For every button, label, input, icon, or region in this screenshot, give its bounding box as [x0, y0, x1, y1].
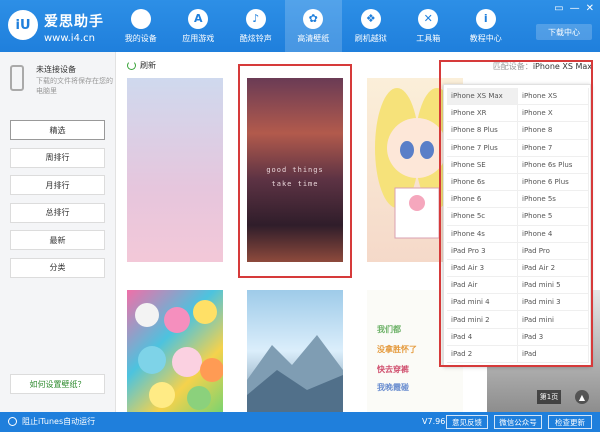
nav-label: 高清壁纸 — [297, 33, 330, 43]
download-center-button[interactable]: 下载中心 — [536, 24, 592, 40]
ranking-menu: 精选 周排行 月排行 总排行 最新 分类 — [10, 120, 105, 286]
flower-icon: ✿ — [303, 8, 324, 29]
nav-tutorials[interactable]: i 教程中心 — [457, 0, 515, 52]
mountain-art — [247, 335, 343, 412]
cartoon-crowd-art — [135, 300, 223, 410]
nav-label: 酷炫铃声 — [239, 33, 272, 43]
window-controls: ▭ — ✕ — [554, 3, 594, 14]
wallpaper-thumb[interactable] — [127, 290, 223, 412]
wallpaper-thumb[interactable] — [127, 78, 223, 262]
refresh-icon — [127, 61, 136, 70]
info-icon: i — [475, 8, 496, 29]
nav-label: 教程中心 — [469, 33, 502, 43]
block-itunes-toggle[interactable]: 阻止iTunes自动运行 — [8, 416, 95, 427]
nav-wallpapers[interactable]: ✿ 高清壁纸 — [284, 0, 342, 52]
apple-icon — [130, 8, 151, 29]
refresh-button[interactable]: 刷新 — [127, 60, 156, 71]
nav-label: 刷机越狱 — [354, 33, 387, 43]
menu-featured[interactable]: 精选 — [10, 120, 105, 140]
highlight-selected-wallpaper — [238, 64, 352, 278]
appstore-icon: A — [188, 8, 209, 29]
main-nav: 我的设备 A 应用游戏 ♪ 酷炫铃声 ✿ 高清壁纸 ❖ 刷机越狱 ✕ 工具箱 i… — [112, 0, 515, 52]
logo-icon: iU — [8, 10, 38, 40]
handwriting-line: 我晚霞碰 — [377, 383, 409, 392]
minimize-icon[interactable]: — — [570, 3, 580, 14]
nav-toolbox[interactable]: ✕ 工具箱 — [400, 0, 458, 52]
handwriting-line: 我们都 — [377, 325, 401, 334]
wallpaper-thumb[interactable] — [247, 290, 343, 412]
wechat-button[interactable]: 微信公众号 — [494, 415, 542, 429]
brand-name: 爱思助手 — [44, 14, 104, 30]
menu-weekly[interactable]: 周排行 — [10, 147, 105, 168]
wallpaper-content: 刷新 匹配设备：iPhone XS Max good things take t… — [117, 52, 600, 412]
page-indicator: 第1页 — [537, 390, 561, 404]
version-label: V7.96 — [422, 417, 446, 426]
menu-monthly[interactable]: 月排行 — [10, 175, 105, 196]
status-bar: 阻止iTunes自动运行 V7.96 意见反馈 微信公众号 检查更新 — [0, 412, 600, 432]
menu-latest[interactable]: 最新 — [10, 230, 105, 251]
highlight-device-dropdown — [439, 60, 593, 367]
nav-apps-games[interactable]: A 应用游戏 — [170, 0, 228, 52]
nav-label: 应用游戏 — [182, 33, 215, 43]
tools-icon: ✕ — [418, 8, 439, 29]
handwriting-line: 没拿胜怀了 — [377, 345, 417, 354]
nav-flash-jailbreak[interactable]: ❖ 刷机越狱 — [342, 0, 400, 52]
restore-icon[interactable]: ▭ — [554, 3, 563, 14]
dropbox-icon: ❖ — [360, 8, 381, 29]
sidebar: 未连接设备 下载的文件将保存在您的电脑里 精选 周排行 月排行 总排行 最新 分… — [0, 52, 116, 412]
nav-label: 工具箱 — [416, 33, 441, 43]
top-bar: iU 爱思助手 www.i4.cn 我的设备 A 应用游戏 ♪ 酷炫铃声 ✿ 高… — [0, 0, 600, 52]
howto-set-wallpaper-button[interactable]: 如何设置壁纸？ — [10, 374, 105, 394]
device-status: 未连接设备 下载的文件将保存在您的电脑里 — [6, 62, 113, 102]
device-title: 未连接设备 — [36, 65, 76, 74]
phone-icon — [10, 65, 24, 91]
bell-icon: ♪ — [245, 8, 266, 29]
feedback-button[interactable]: 意见反馈 — [446, 415, 488, 429]
check-update-button[interactable]: 检查更新 — [548, 415, 592, 429]
handwriting-line: 快去穿裤 — [377, 365, 409, 374]
device-desc: 下载的文件将保存在您的电脑里 — [36, 77, 113, 95]
nav-label: 我的设备 — [124, 33, 157, 43]
menu-all-time[interactable]: 总排行 — [10, 202, 105, 223]
brand: 爱思助手 www.i4.cn — [44, 11, 104, 44]
menu-categories[interactable]: 分类 — [10, 257, 105, 278]
close-icon[interactable]: ✕ — [586, 3, 594, 14]
app-window: iU 爱思助手 www.i4.cn 我的设备 A 应用游戏 ♪ 酷炫铃声 ✿ 高… — [0, 0, 600, 432]
nav-ringtones[interactable]: ♪ 酷炫铃声 — [227, 0, 285, 52]
nav-my-device[interactable]: 我的设备 — [112, 0, 170, 52]
radio-icon — [8, 417, 17, 426]
refresh-label: 刷新 — [140, 61, 156, 70]
itunes-label: 阻止iTunes自动运行 — [22, 417, 96, 426]
brand-url: www.i4.cn — [44, 33, 95, 44]
scroll-top-button[interactable]: ▲ — [575, 390, 589, 404]
